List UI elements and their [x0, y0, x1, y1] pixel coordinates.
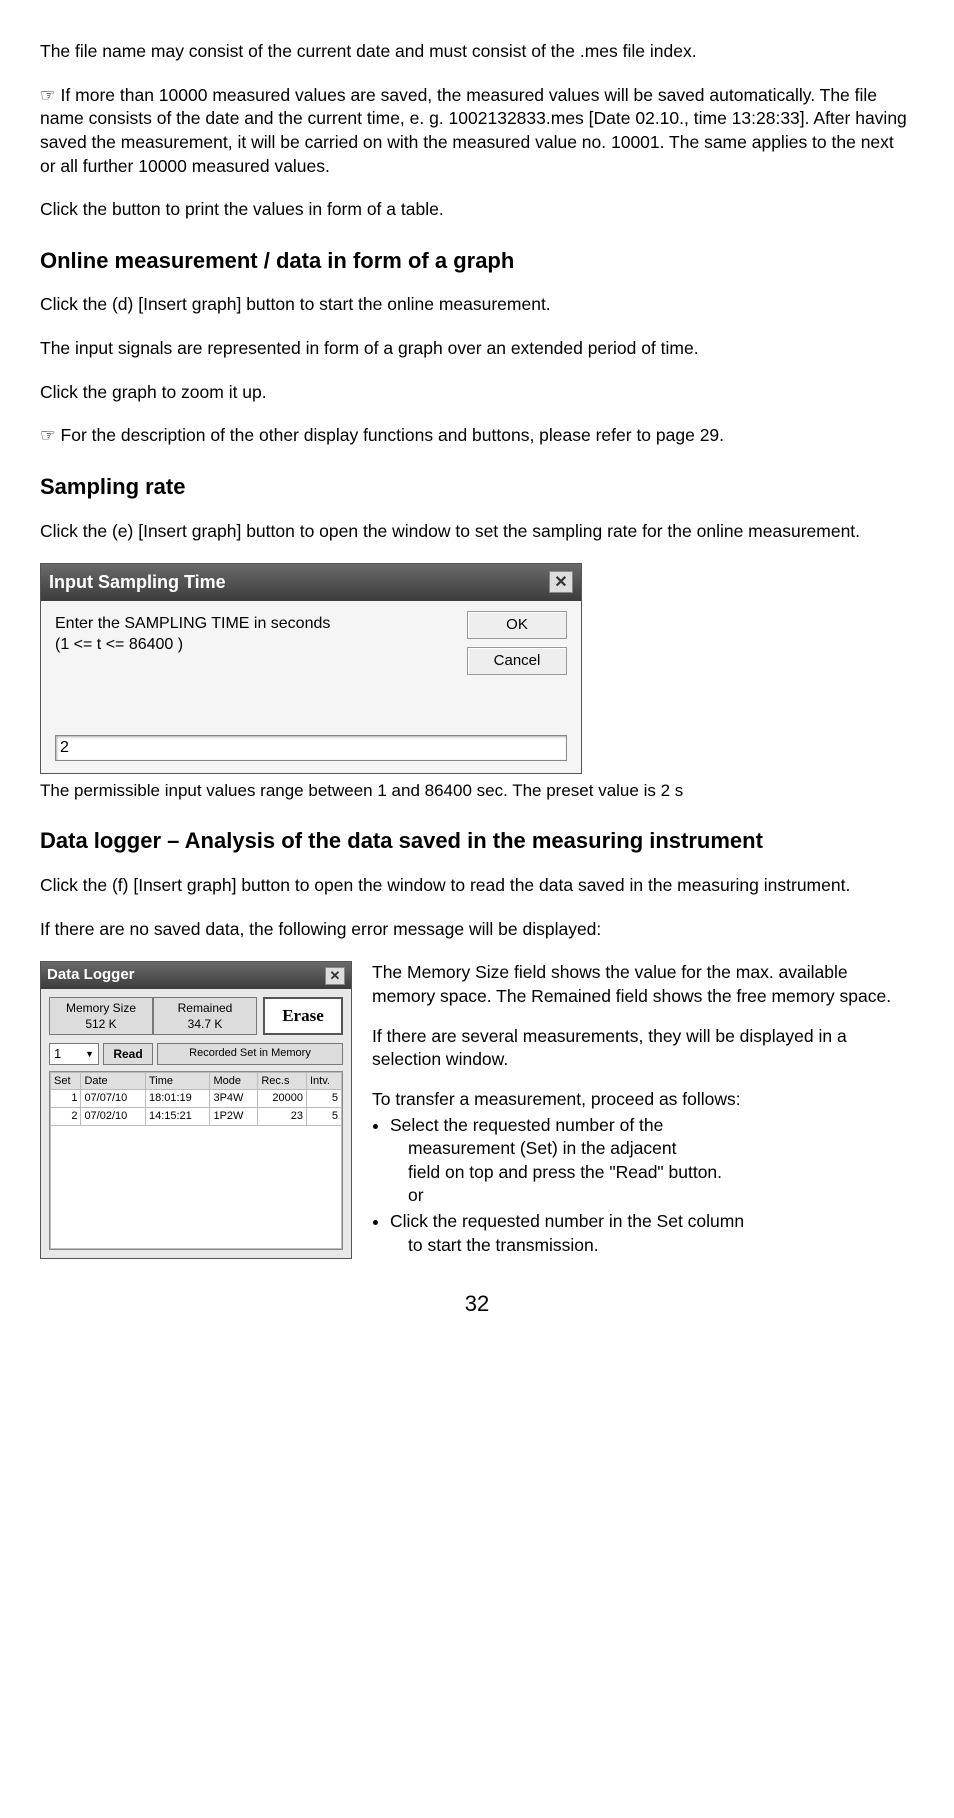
- paragraph: Click the (e) [Insert graph] button to o…: [40, 520, 914, 544]
- paragraph: Click the (f) [Insert graph] button to o…: [40, 874, 914, 898]
- input-sampling-time-dialog: Input Sampling Time ✕ Enter the SAMPLING…: [40, 563, 582, 773]
- cell-set: 1: [51, 1090, 81, 1108]
- cell-mode: 1P2W: [210, 1108, 258, 1126]
- table-blank-area: [51, 1126, 342, 1249]
- paragraph: The input signals are represented in for…: [40, 337, 914, 361]
- ok-button[interactable]: OK: [467, 611, 567, 639]
- erase-button[interactable]: Erase: [263, 997, 343, 1035]
- caption: The permissible input values range betwe…: [40, 780, 914, 803]
- table-row[interactable]: 2 07/02/10 14:15:21 1P2W 23 5: [51, 1108, 342, 1126]
- cell-recs: 20000: [258, 1090, 307, 1108]
- dialog-title-text: Data Logger: [47, 965, 135, 985]
- cell-time: 14:15:21: [145, 1108, 210, 1126]
- prompt-line-1: Enter the SAMPLING TIME in seconds: [55, 615, 330, 632]
- remained-label: Remained: [154, 1000, 256, 1016]
- col-date: Date: [81, 1072, 146, 1090]
- col-recs: Rec.s: [258, 1072, 307, 1090]
- list-item: Select the requested number of the measu…: [390, 1114, 914, 1209]
- memory-size-value: 512 K: [50, 1016, 152, 1032]
- paragraph: The Memory Size field shows the value fo…: [372, 961, 914, 1008]
- heading-online-measurement: Online measurement / data in form of a g…: [40, 246, 914, 276]
- logger-table: Set Date Time Mode Rec.s Intv. 1 07/07/1…: [49, 1071, 343, 1251]
- memory-size-box: Memory Size 512 K: [49, 997, 153, 1035]
- text: to start the transmission.: [390, 1234, 914, 1258]
- col-time: Time: [145, 1072, 210, 1090]
- chevron-down-icon: ▼: [85, 1048, 94, 1060]
- cell-date: 07/07/10: [81, 1090, 146, 1108]
- col-intv: Intv.: [307, 1072, 342, 1090]
- recorded-set-label: Recorded Set in Memory: [157, 1043, 343, 1065]
- paragraph: To transfer a measurement, proceed as fo…: [372, 1088, 914, 1112]
- page-number: 32: [40, 1289, 914, 1319]
- paragraph: The file name may consist of the current…: [40, 40, 914, 64]
- dialog-buttons: OK Cancel: [467, 611, 567, 675]
- transfer-steps-list: Select the requested number of the measu…: [372, 1114, 914, 1258]
- col-mode: Mode: [210, 1072, 258, 1090]
- data-logger-dialog: Data Logger ✕ Memory Size 512 K Remained…: [40, 961, 352, 1259]
- paragraph: Click the graph to zoom it up.: [40, 381, 914, 405]
- dialog-body: Enter the SAMPLING TIME in seconds (1 <=…: [41, 601, 581, 773]
- text: Select the requested number of the: [390, 1115, 663, 1135]
- dialog-prompt: Enter the SAMPLING TIME in seconds (1 <=…: [55, 613, 385, 656]
- paragraph: ☞ If more than 10000 measured values are…: [40, 84, 914, 179]
- text: Click the requested number in the Set co…: [390, 1211, 744, 1231]
- paragraph: ☞ For the description of the other displ…: [40, 424, 914, 448]
- cell-date: 07/02/10: [81, 1108, 146, 1126]
- cell-intv: 5: [307, 1090, 342, 1108]
- paragraph: Click the button to print the values in …: [40, 198, 914, 222]
- text: or: [390, 1184, 914, 1208]
- logger-top-row: Memory Size 512 K Remained 34.7 K Erase: [41, 989, 351, 1041]
- cell-recs: 23: [258, 1108, 307, 1126]
- prompt-line-2: (1 <= t <= 86400 ): [55, 636, 183, 653]
- dialog-title-text: Input Sampling Time: [49, 570, 226, 594]
- paragraph: If there are no saved data, the followin…: [40, 918, 914, 942]
- close-icon[interactable]: ✕: [325, 967, 345, 985]
- dialog-titlebar: Data Logger ✕: [41, 962, 351, 988]
- cancel-button[interactable]: Cancel: [467, 647, 567, 675]
- logger-mid-row: 1 ▼ Read Recorded Set in Memory: [41, 1041, 351, 1071]
- dialog-titlebar: Input Sampling Time ✕: [41, 564, 581, 600]
- cell-mode: 3P4W: [210, 1090, 258, 1108]
- cell-intv: 5: [307, 1108, 342, 1126]
- cell-set: 2: [51, 1108, 81, 1126]
- paragraph: Click the (d) [Insert graph] button to s…: [40, 293, 914, 317]
- set-number-value: 1: [54, 1045, 61, 1063]
- remained-box: Remained 34.7 K: [153, 997, 257, 1035]
- table-header-row: Set Date Time Mode Rec.s Intv.: [51, 1072, 342, 1090]
- sampling-input-wrap: [55, 735, 567, 761]
- set-number-select[interactable]: 1 ▼: [49, 1043, 99, 1065]
- paragraph: If there are several measurements, they …: [372, 1025, 914, 1072]
- close-icon[interactable]: ✕: [549, 571, 573, 593]
- text: field on top and press the "Read" button…: [390, 1161, 914, 1185]
- logger-side-text: The Memory Size field shows the value fo…: [372, 961, 914, 1259]
- remained-value: 34.7 K: [154, 1016, 256, 1032]
- memory-size-label: Memory Size: [50, 1000, 152, 1016]
- heading-data-logger: Data logger – Analysis of the data saved…: [40, 826, 914, 856]
- table-row[interactable]: 1 07/07/10 18:01:19 3P4W 20000 5: [51, 1090, 342, 1108]
- heading-sampling-rate: Sampling rate: [40, 472, 914, 502]
- text: measurement (Set) in the adjacent: [390, 1137, 914, 1161]
- sampling-time-input[interactable]: [55, 735, 567, 761]
- read-button[interactable]: Read: [103, 1043, 153, 1065]
- cell-time: 18:01:19: [145, 1090, 210, 1108]
- list-item: Click the requested number in the Set co…: [390, 1210, 914, 1257]
- col-set: Set: [51, 1072, 81, 1090]
